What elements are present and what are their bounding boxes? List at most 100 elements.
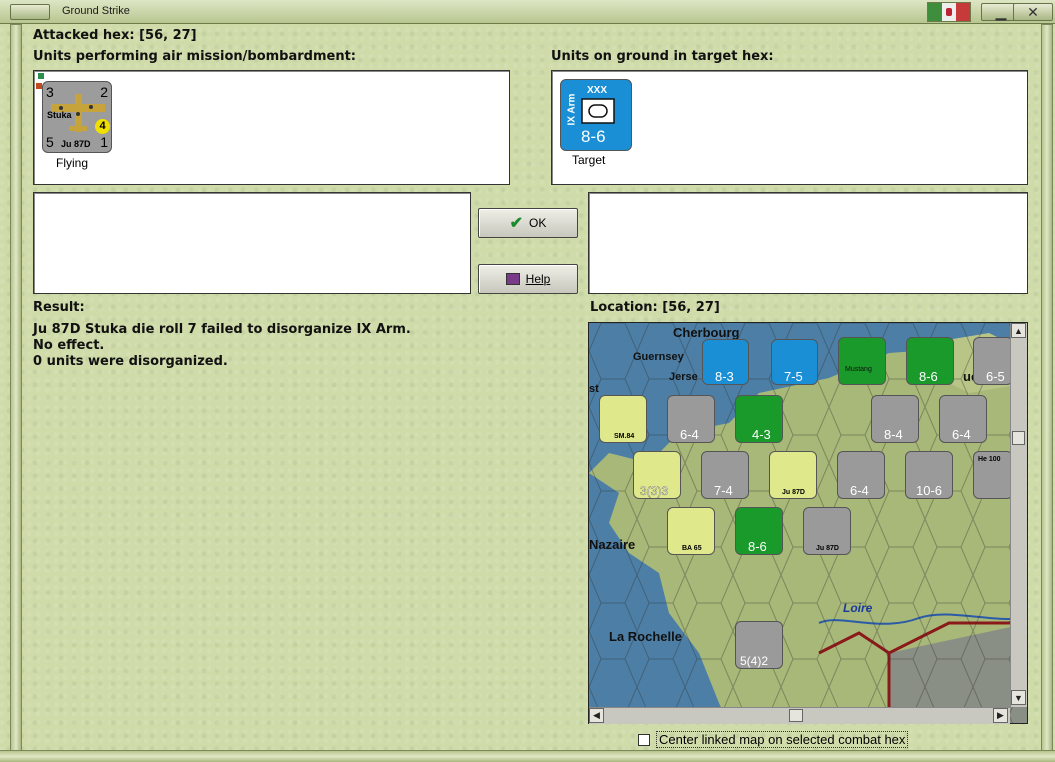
location-map[interactable]: Cherbourg Guernsey Jerse st Nazaire La R… <box>588 322 1028 724</box>
counter-6-4-c[interactable]: 6-4 <box>837 451 885 499</box>
center-map-option[interactable]: Center linked map on selected combat hex <box>638 731 909 748</box>
counter-value: 7-4 <box>714 483 733 498</box>
window-title: Ground Strike <box>62 5 130 17</box>
armor-symbol-icon <box>581 98 615 124</box>
frame-bottom <box>0 750 1055 762</box>
counter-value: 5(4)2 <box>740 654 769 668</box>
help-button-label: Help <box>525 272 551 286</box>
counter-type: Ju 87D <box>61 139 91 149</box>
counter-542[interactable]: 5(4)2 <box>735 621 783 669</box>
status-dot-icon <box>38 73 44 79</box>
air-unit-status: Flying <box>56 156 89 170</box>
counter-8-6-mid[interactable]: 8-6 <box>735 507 783 555</box>
frame-right <box>1041 24 1053 752</box>
horizontal-scroll-thumb[interactable] <box>789 709 803 722</box>
result-line: 0 units were disorganized. <box>33 354 228 369</box>
counter-bottom-right: 1 <box>100 134 108 150</box>
frame-left <box>10 24 22 752</box>
italy-flag-icon <box>927 2 971 22</box>
ground-unit-slot[interactable]: XXX IX Arm 8-6 Target <box>558 77 638 177</box>
counter-8-3[interactable]: 8-3 <box>702 339 749 385</box>
center-map-label: Center linked map on selected combat hex <box>656 731 909 748</box>
map-place-loire: Loire <box>843 601 873 615</box>
map-place-la-rochelle: La Rochelle <box>609 629 682 644</box>
counter-name: Stuka <box>47 110 72 120</box>
close-button[interactable]: ✕ <box>1013 3 1053 21</box>
ground-unit-status: Target <box>572 153 606 167</box>
counter-size: XXX <box>587 85 608 96</box>
counter-value: 6-4 <box>850 483 869 498</box>
counter-designation: IX Arm <box>566 93 578 126</box>
counter-value: 4-3 <box>752 427 771 442</box>
counter-sm84[interactable]: SM.84 <box>599 395 647 443</box>
help-button[interactable]: Help <box>478 264 578 294</box>
counter-value: 6-5 <box>986 369 1005 384</box>
counter-mustang[interactable]: Mustang <box>838 337 886 385</box>
counter-stuka-2[interactable]: Ju 87D <box>803 507 851 555</box>
vertical-scroll-thumb[interactable] <box>1012 431 1025 445</box>
counter-value: 8-3 <box>715 369 734 384</box>
counter-he100[interactable]: He 100 <box>973 451 1013 499</box>
book-icon <box>505 273 520 285</box>
counter-7-5[interactable]: 7-5 <box>771 339 818 385</box>
air-unit-slot[interactable]: 3 2 Stuka 4 5 Ju 87D 1 Flying <box>36 73 120 180</box>
map-horizontal-scrollbar[interactable]: ◀ ▶ <box>589 707 1010 724</box>
map-place-brest: st <box>589 383 599 395</box>
counter-10-6[interactable]: 10-6 <box>905 451 953 499</box>
map-place-guernsey: Guernsey <box>633 351 684 363</box>
scroll-left-icon[interactable]: ◀ <box>589 708 604 723</box>
ground-strike-window: Ground Strike ▁ ✕ Attacked hex: [56, 27]… <box>0 0 1055 762</box>
scroll-down-icon[interactable]: ▼ <box>1011 690 1026 705</box>
counter-value: 6-4 <box>952 427 971 442</box>
map-place-nazaire: Nazaire <box>589 537 636 552</box>
ok-button-label: OK <box>529 216 547 230</box>
result-text: Ju 87D Stuka die roll 7 failed to disorg… <box>33 322 411 370</box>
counter-value: Mustang <box>845 366 872 373</box>
counter-7-4[interactable]: 7-4 <box>701 451 749 499</box>
result-label: Result: <box>33 300 85 315</box>
title-bar: Ground Strike ▁ ✕ <box>0 0 1055 24</box>
counter-value: Ju 87D <box>816 545 839 552</box>
counter-333[interactable]: 3(3)3 <box>633 451 681 499</box>
air-units-label: Units performing air mission/bombardment… <box>33 49 357 64</box>
counter-value: 6-4 <box>680 427 699 442</box>
counter-4-3[interactable]: 4-3 <box>735 395 783 443</box>
counter-value: 7-5 <box>784 369 803 384</box>
counter-value: He 100 <box>978 456 1001 463</box>
scroll-up-icon[interactable]: ▲ <box>1011 323 1026 338</box>
counter-stuka-map[interactable]: Ju 87D <box>769 451 817 499</box>
air-detail-panel <box>33 192 471 294</box>
counter-6-4-a[interactable]: 6-4 <box>667 395 715 443</box>
counter-value: 8-4 <box>884 427 903 442</box>
map-place-jersey: Jerse <box>669 371 698 383</box>
counter-badge: 4 <box>95 119 110 134</box>
counter-value: 10-6 <box>916 483 943 498</box>
scroll-right-icon[interactable]: ▶ <box>993 708 1008 723</box>
counter-value: 8-6 <box>748 539 767 554</box>
ix-arm-counter[interactable]: XXX IX Arm 8-6 <box>560 79 632 151</box>
counter-8-4[interactable]: 8-4 <box>871 395 919 443</box>
result-line: Ju 87D Stuka die roll 7 failed to disorg… <box>33 322 411 337</box>
counter-value: 3(3)3 <box>640 484 669 498</box>
counter-6-5[interactable]: 6-5 <box>973 337 1013 385</box>
counter-6-4-b[interactable]: 6-4 <box>939 395 987 443</box>
ground-units-panel: XXX IX Arm 8-6 Target <box>551 70 1028 185</box>
ground-units-label: Units on ground in target hex: <box>551 49 774 64</box>
location-label: Location: [56, 27] <box>590 300 720 315</box>
map-place-cherbourg: Cherbourg <box>673 325 740 340</box>
attacked-hex-label: Attacked hex: [56, 27] <box>33 28 197 43</box>
result-line: No effect. <box>33 338 105 353</box>
system-menu-button[interactable] <box>10 4 50 20</box>
map-vertical-scrollbar[interactable]: ▲ ▼ <box>1010 323 1027 707</box>
counter-value: BA 65 <box>682 545 702 552</box>
counter-bottom-left: 5 <box>46 134 54 150</box>
center-map-checkbox[interactable] <box>638 733 650 746</box>
ground-detail-panel <box>588 192 1028 294</box>
counter-strength: 8-6 <box>581 127 606 146</box>
stuka-counter[interactable]: 3 2 Stuka 4 5 Ju 87D 1 <box>42 81 112 153</box>
counter-value: 8-6 <box>919 369 938 384</box>
ok-button[interactable]: ✔ OK <box>478 208 578 238</box>
counter-ba65[interactable]: BA 65 <box>667 507 715 555</box>
counter-8-6-top[interactable]: 8-6 <box>906 337 954 385</box>
checkmark-icon: ✔ <box>509 215 524 232</box>
